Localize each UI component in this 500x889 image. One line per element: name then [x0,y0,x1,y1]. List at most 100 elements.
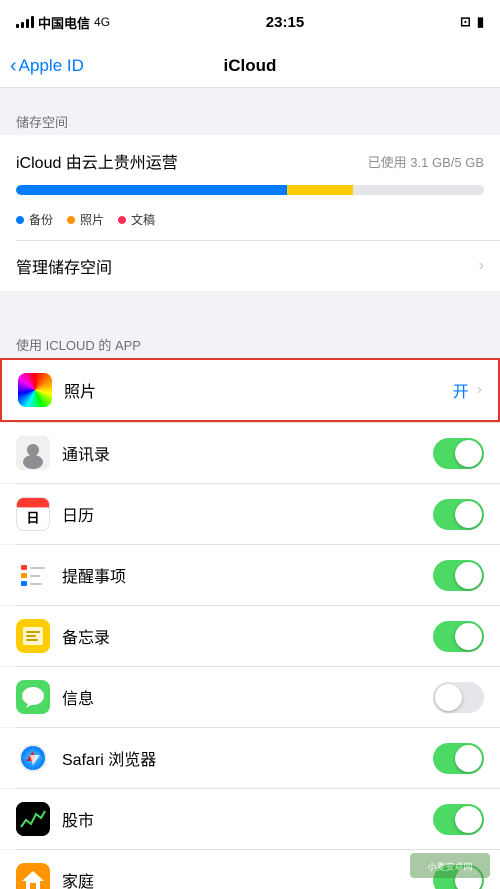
storage-header: iCloud 由云上贵州运营 已使用 3.1 GB/5 GB [0,135,500,181]
manage-storage-label: 管理储存空间 [16,254,112,278]
toggle-stocks[interactable] [433,804,484,835]
legend-dot-backup [16,216,24,224]
row-right-messages [433,682,484,713]
network-label: 4G [94,15,110,29]
status-bar: 中国电信 4G 23:15 ⊡ ▮ [0,0,500,44]
app-label-messages: 信息 [62,685,94,709]
app-icon-stocks [16,802,50,836]
status-right: ⊡ ▮ [460,14,484,30]
toggle-knob-stocks [455,806,482,833]
row-right-stocks [433,804,484,835]
app-label-contacts: 通讯录 [62,441,110,465]
back-chevron-icon: ‹ [10,56,17,76]
page-title: iCloud [224,56,277,76]
row-left-stocks: 股市 [16,802,433,836]
app-row-photos[interactable]: 照片 开 › [0,358,500,422]
toggle-calendar[interactable] [433,499,484,530]
app-row-contacts[interactable]: 通讯录 [0,423,500,483]
signal-icon [16,16,34,28]
row-left-notes: 备忘录 [16,619,433,653]
app-row-stocks[interactable]: 股市 [0,789,500,849]
toggle-messages[interactable] [433,682,484,713]
status-left: 中国电信 4G [16,13,110,32]
app-label-safari: Safari 浏览器 [62,746,156,770]
nav-bar: ‹ Apple ID iCloud [0,44,500,88]
app-row-safari[interactable]: Safari 浏览器 [0,728,500,788]
app-label-calendar: 日历 [62,502,94,526]
toggle-knob-messages [435,684,462,711]
row-right-calendar [433,499,484,530]
storage-legend: 备份 照片 文稿 [0,205,500,240]
row-right-safari [433,743,484,774]
storage-progress-bar [16,185,484,195]
storage-section-label: 储存空间 [0,98,500,135]
manage-storage-row[interactable]: 管理储存空间 › [0,241,500,291]
legend-photos: 照片 [67,211,104,228]
photos-status-text: 开 [453,378,469,402]
legend-label-backup: 备份 [29,211,53,228]
screen-mirror-icon: ⊡ [460,14,471,30]
row-right-photos: 开 › [453,378,482,402]
row-right-contacts [433,438,484,469]
storage-progress-container [0,181,500,205]
toggle-knob-reminders [455,562,482,589]
app-label-stocks: 股市 [62,807,94,831]
toggle-safari[interactable] [433,743,484,774]
progress-backup-segment [16,185,287,195]
app-icon-safari [16,741,50,775]
storage-used-label: 已使用 3.1 GB/5 GB [368,152,484,171]
content-area: 储存空间 iCloud 由云上贵州运营 已使用 3.1 GB/5 GB 备份 照… [0,88,500,889]
toggle-knob-calendar [455,501,482,528]
toggle-knob-safari [455,745,482,772]
app-icon-photos [18,373,52,407]
apps-section-label: 使用 ICLOUD 的 APP [0,321,500,358]
app-row-calendar[interactable]: 日 日历 [0,484,500,544]
storage-provider-label: iCloud 由云上贵州运营 [16,149,178,173]
legend-docs: 文稿 [118,211,155,228]
toggle-knob-contacts [455,440,482,467]
app-row-messages[interactable]: 信息 [0,667,500,727]
photos-chevron-icon: › [477,381,482,399]
carrier-label: 中国电信 [38,13,90,32]
row-left-reminders: 提醒事项 [16,558,433,592]
toggle-knob-notes [455,623,482,650]
row-left-home: 家庭 [16,863,433,889]
app-icon-contacts [16,436,50,470]
status-time: 23:15 [266,14,304,31]
app-icon-home [16,863,50,889]
app-row-notes[interactable]: 备忘录 [0,606,500,666]
app-label-notes: 备忘录 [62,624,110,648]
apps-list: 照片 开 › 通讯录 [0,358,500,889]
row-right-notes [433,621,484,652]
legend-dot-docs [118,216,126,224]
progress-photos-segment [287,185,353,195]
row-left-calendar: 日 日历 [16,497,433,531]
storage-card: iCloud 由云上贵州运营 已使用 3.1 GB/5 GB 备份 照片 文稿 [0,135,500,291]
app-icon-messages [16,680,50,714]
toggle-contacts[interactable] [433,438,484,469]
toggle-reminders[interactable] [433,560,484,591]
legend-dot-photos [67,216,75,224]
app-label-reminders: 提醒事项 [62,563,126,587]
legend-label-docs: 文稿 [131,211,155,228]
legend-label-photos: 照片 [80,211,104,228]
back-button[interactable]: ‹ Apple ID [10,56,84,76]
app-label-home: 家庭 [62,868,94,889]
app-icon-calendar: 日 [16,497,50,531]
toggle-notes[interactable] [433,621,484,652]
section-gap-1 [0,291,500,321]
section-gap-top [0,88,500,98]
row-left-contacts: 通讯录 [16,436,433,470]
app-icon-reminders [16,558,50,592]
watermark: 小麦安卓网 [410,853,490,883]
legend-backup: 备份 [16,211,53,228]
app-row-reminders[interactable]: 提醒事项 [0,545,500,605]
app-icon-notes [16,619,50,653]
manage-storage-chevron-icon: › [479,257,484,275]
svg-text:日: 日 [26,510,39,525]
back-label: Apple ID [19,56,84,76]
app-label-photos: 照片 [64,378,96,402]
row-left-safari: Safari 浏览器 [16,741,433,775]
row-left-photos: 照片 [18,373,453,407]
svg-text:小麦安卓网: 小麦安卓网 [427,861,472,872]
